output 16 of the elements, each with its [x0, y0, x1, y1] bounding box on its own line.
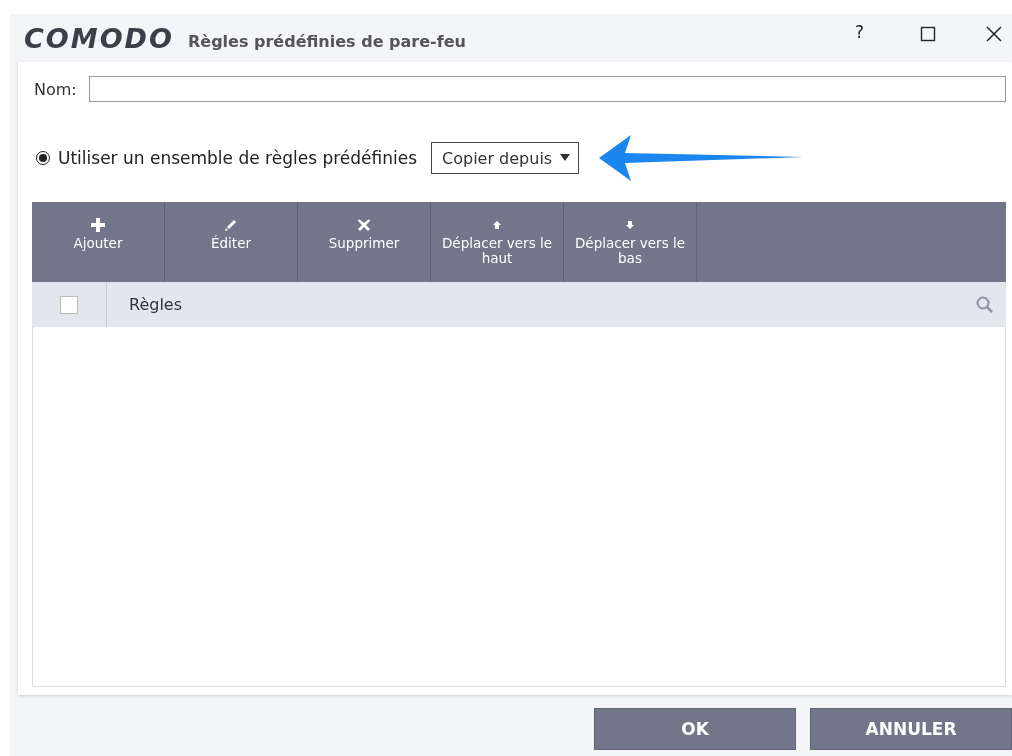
maximize-icon[interactable]: [920, 26, 936, 42]
plus-icon: [91, 218, 105, 232]
ok-button[interactable]: OK: [594, 708, 796, 750]
select-all-checkbox[interactable]: [60, 295, 78, 314]
cancel-button[interactable]: ANNULER: [810, 708, 1012, 750]
window-title: Règles prédéfinies de pare-feu: [187, 31, 466, 51]
cross-icon: [357, 218, 371, 232]
name-label: Nom:: [34, 79, 77, 99]
copy-from-dropdown[interactable]: Copier depuis: [431, 142, 580, 174]
help-button[interactable]: ?: [854, 22, 864, 42]
pencil-icon: [224, 218, 238, 232]
caret-icon: [560, 154, 571, 162]
app-logo: COMODO: [24, 22, 174, 54]
name-input-field[interactable]: [88, 76, 1006, 102]
ruleset-label: Utiliser un ensemble de règles prédéfinies: [58, 148, 418, 168]
close-icon[interactable]: [986, 26, 1002, 42]
